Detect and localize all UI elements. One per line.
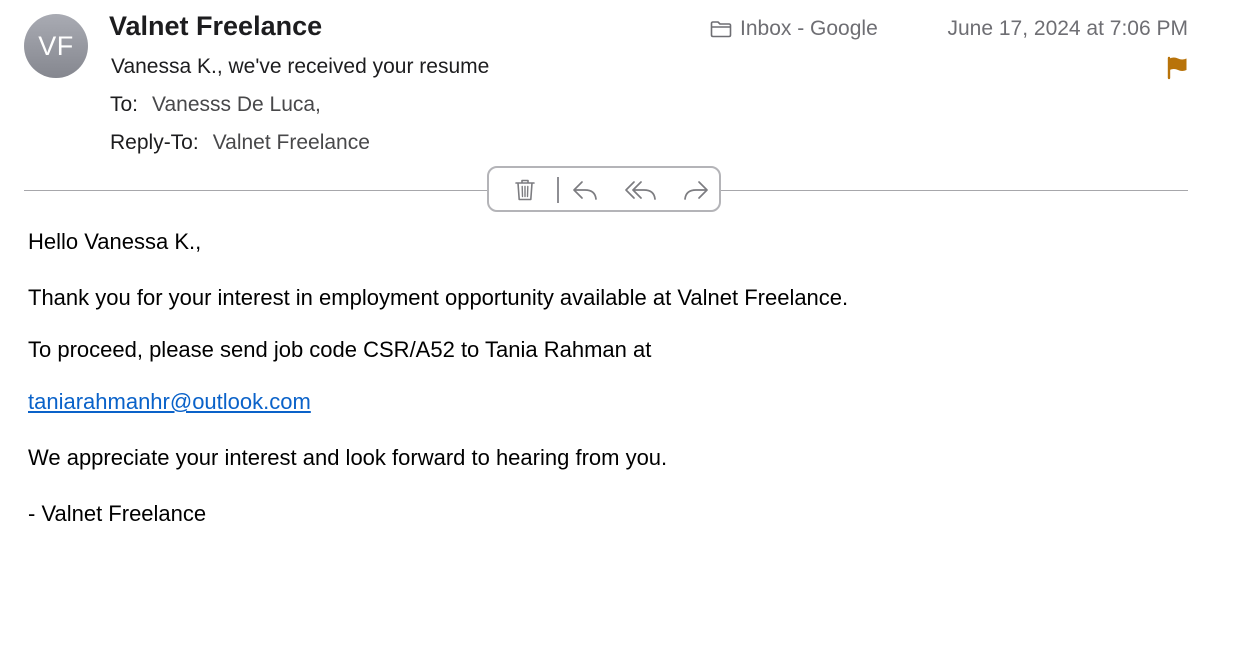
email-link[interactable]: taniarahmanhr@outlook.com	[28, 389, 311, 415]
trash-icon	[515, 179, 535, 201]
to-recipient[interactable]: Vanesss De Luca,	[152, 93, 321, 116]
greeting-text: Hello Vanessa K.,	[28, 229, 202, 254]
reply-all-icon	[625, 181, 656, 200]
forward-icon	[684, 181, 708, 200]
body-paragraph-1: Thank you for your interest in employmen…	[28, 285, 849, 310]
reply-to-address[interactable]: Valnet Freelance	[213, 131, 370, 154]
to-row: To: Vanesss De Luca,	[110, 93, 321, 117]
avatar: VF	[24, 14, 88, 78]
message-date: June 17, 2024 at 7:06 PM	[947, 17, 1188, 40]
delete-button[interactable]	[510, 176, 540, 204]
message-subject: Vanessa K., we've received your resume	[111, 55, 490, 78]
reply-to-row: Reply-To: Valnet Freelance	[110, 131, 370, 155]
reply-icon	[573, 181, 597, 200]
avatar-initials: VF	[38, 30, 74, 61]
forward-button[interactable]	[681, 176, 711, 204]
reply-to-label: Reply-To:	[110, 131, 199, 154]
flag-icon[interactable]	[1165, 55, 1189, 81]
body-paragraph-3: We appreciate your interest and look for…	[28, 445, 668, 470]
toolbar-separator	[557, 177, 559, 203]
to-label: To:	[110, 93, 139, 116]
signature-text: - Valnet Freelance	[28, 501, 207, 526]
message-toolbar	[487, 166, 721, 212]
mailbox-label[interactable]: Inbox - Google	[710, 17, 878, 41]
sender-name[interactable]: Valnet Freelance	[109, 11, 322, 42]
reply-all-button[interactable]	[623, 176, 659, 204]
folder-icon	[710, 21, 732, 38]
body-paragraph-2: To proceed, please send job code CSR/A52…	[28, 337, 652, 362]
reply-button[interactable]	[570, 176, 600, 204]
mailbox-name: Inbox - Google	[740, 17, 878, 40]
